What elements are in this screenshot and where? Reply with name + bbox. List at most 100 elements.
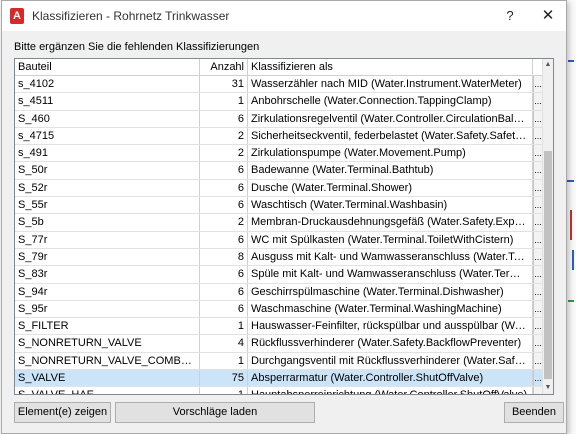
table-row[interactable]: s_4102 31 Wasserzähler nach MID (Water.Ins…	[15, 76, 542, 94]
cell-part: s_4102	[15, 76, 200, 93]
cell-part: S_460	[15, 110, 200, 127]
cad-pipe	[566, 180, 574, 182]
cell-part: S_50r	[15, 162, 200, 179]
cad-pipe	[570, 210, 572, 240]
row-browse-button[interactable]: ...	[533, 145, 542, 162]
cell-part: s_4715	[15, 127, 200, 145]
cell-classification[interactable]: Dusche (Water.Terminal.Shower)	[248, 179, 533, 197]
app-logo-icon: A	[10, 8, 24, 24]
exit-button[interactable]: Beenden	[504, 402, 564, 423]
cell-count: 8	[200, 248, 248, 266]
table-row[interactable]: s_4715 2 Sicherheitseckventil, federbelast…	[15, 127, 542, 146]
cell-classification[interactable]: Rückflussverhinderer (Water.Safety.Backf…	[248, 335, 533, 352]
cell-classification[interactable]: Spüle mit Kalt- und Wamwasseranschluss (…	[248, 266, 533, 283]
cad-pipe	[572, 250, 574, 270]
cell-classification[interactable]: Waschmaschine (Water.Terminal.WashingMac…	[248, 300, 533, 318]
cell-classification[interactable]: Membran-Druckausdehnungsgefäß (Water.Saf…	[248, 214, 533, 231]
row-browse-button[interactable]: ...	[533, 266, 542, 283]
table-row[interactable]: s_4511 1 Anbohrschelle (Water.Connection.T…	[15, 93, 542, 111]
table-row[interactable]: S_FILTER 1 Hauswasser-Feinfilter, rückspül…	[15, 318, 542, 336]
scroll-thumb[interactable]	[544, 151, 552, 379]
row-browse-button[interactable]: ...	[533, 387, 542, 394]
table-row[interactable]: S_VALVE_HAE1Hauptabsperreinrichtung (Wat…	[15, 387, 542, 394]
column-header-count[interactable]: Anzahl	[200, 59, 248, 75]
cell-count: 6	[200, 110, 248, 127]
column-header-classification[interactable]: Klassifizieren als	[248, 59, 533, 75]
table-row[interactable]: S_VALVE 75 Absperrarmatur (Water.Controlle…	[15, 370, 542, 388]
table-row[interactable]: S_5b 2 Membran-Druckausdehnungsgefäß (Wate…	[15, 214, 542, 232]
table-row[interactable]: S_55r 6 Waschtisch (Water.Terminal.Washbas…	[15, 197, 542, 215]
cell-part: S_55r	[15, 197, 200, 214]
scroll-down-arrow-icon[interactable]: ▼	[543, 382, 553, 394]
row-browse-button[interactable]: ...	[533, 248, 542, 266]
cell-classification[interactable]: Badewanne (Water.Terminal.Bathtub)	[248, 162, 533, 179]
classification-grid[interactable]: Bauteil Anzahl Klassifizieren als s_4102…	[14, 58, 554, 395]
table-row[interactable]: S_50r 6 Badewanne (Water.Terminal.Bathtub)…	[15, 162, 542, 180]
cell-part: S_77r	[15, 231, 200, 248]
cell-part: S_83r	[15, 266, 200, 283]
cell-count: 2	[200, 214, 248, 231]
table-row[interactable]: S_95r 6 Waschmaschine (Water.Terminal.Wash…	[15, 300, 542, 319]
table-row[interactable]: S_79r 8 Ausguss mit Kalt- und Wamwasserans…	[15, 248, 542, 267]
row-browse-button[interactable]: ...	[533, 231, 542, 248]
cell-count: 6	[200, 266, 248, 283]
cad-pipe	[568, 60, 574, 62]
instruction-text: Bitte ergänzen Sie die fehlenden Klassif…	[14, 41, 260, 53]
cell-classification[interactable]: Ausguss mit Kalt- und Wamwasseranschluss…	[248, 248, 533, 266]
cell-part: S_94r	[15, 283, 200, 300]
table-row[interactable]: S_94r 6 Geschirrspülmaschine (Water.Termin…	[15, 283, 542, 301]
row-browse-button[interactable]: ...	[533, 162, 542, 179]
close-button[interactable]: ✕	[538, 7, 558, 25]
cell-count: 1	[200, 318, 248, 335]
cell-part: S_NONRETURN_VALVE	[15, 335, 200, 352]
cell-count: 4	[200, 335, 248, 352]
vertical-scrollbar[interactable]: ▲ ▼	[542, 59, 553, 394]
cell-classification[interactable]: Zirkulationsregelventil (Water.Controlle…	[248, 110, 533, 127]
table-row[interactable]: S_NONRETURN_VALVE_COMB_W_DRAIN1Durchgang…	[15, 352, 542, 371]
table-row[interactable]: S_460 6 Zirkulationsregelventil (Water.Con…	[15, 110, 542, 128]
row-browse-button[interactable]: ...	[533, 127, 542, 145]
row-browse-button[interactable]: ...	[533, 179, 542, 197]
cell-classification[interactable]: Sicherheitseckventil, federbelastet (Wat…	[248, 127, 533, 145]
column-header-part[interactable]: Bauteil	[15, 59, 200, 75]
row-browse-button[interactable]: ...	[533, 335, 542, 352]
cell-count: 1	[200, 387, 248, 394]
cell-classification[interactable]: Geschirrspülmaschine (Water.Terminal.Dis…	[248, 283, 533, 300]
row-browse-button[interactable]: ...	[533, 370, 542, 387]
cell-classification[interactable]: Zirkulationspumpe (Water.Movement.Pump)	[248, 145, 533, 162]
row-browse-button[interactable]: ...	[533, 318, 542, 335]
row-browse-button[interactable]: ...	[533, 197, 542, 214]
row-browse-button[interactable]: ...	[533, 214, 542, 231]
cell-part: S_95r	[15, 300, 200, 318]
row-browse-button[interactable]: ...	[533, 76, 542, 93]
cell-count: 2	[200, 127, 248, 145]
table-row[interactable]: S_52r 6 Dusche (Water.Terminal.Shower)...	[15, 179, 542, 198]
cell-part: S_5b	[15, 214, 200, 231]
scroll-up-arrow-icon[interactable]: ▲	[543, 59, 553, 71]
help-button[interactable]: ?	[500, 7, 520, 25]
table-row[interactable]: S_77r 6 WC mit Spülkasten (Water.Terminal.…	[15, 231, 542, 249]
cell-count: 2	[200, 145, 248, 162]
row-browse-button[interactable]: ...	[533, 300, 542, 318]
grid-body: s_4102 31 Wasserzähler nach MID (Water.Ins…	[15, 76, 542, 394]
cell-classification[interactable]: Hauswasser-Feinfilter, rückspülbar und a…	[248, 318, 533, 335]
table-row[interactable]: S_NONRETURN_VALVE 4 Rückflussverhinderer (…	[15, 335, 542, 353]
row-browse-button[interactable]: ...	[533, 110, 542, 127]
show-elements-button[interactable]: Element(e) zeigen	[14, 402, 111, 423]
row-browse-button[interactable]: ...	[533, 352, 542, 370]
load-suggestions-button[interactable]: Vorschläge laden	[115, 402, 315, 423]
cell-classification[interactable]: WC mit Spülkasten (Water.Terminal.Toilet…	[248, 231, 533, 248]
cell-classification[interactable]: Durchgangsventil mit Rückflussverhindere…	[248, 352, 533, 370]
cell-classification[interactable]: Anbohrschelle (Water.Connection.TappingC…	[248, 93, 533, 110]
cell-classification[interactable]: Hauptabsperreinrichtung (Water.Controlle…	[248, 387, 533, 394]
cell-classification[interactable]: Wasserzähler nach MID (Water.Instrument.…	[248, 76, 533, 93]
table-row[interactable]: S_83r 6 Spüle mit Kalt- und Wamwasseransch…	[15, 266, 542, 284]
row-browse-button[interactable]: ...	[533, 283, 542, 300]
row-browse-button[interactable]: ...	[533, 93, 542, 110]
cell-count: 31	[200, 76, 248, 93]
cell-classification[interactable]: Waschtisch (Water.Terminal.Washbasin)	[248, 197, 533, 214]
table-row[interactable]: s_491 2 Zirkulationspumpe (Water.Movement.…	[15, 145, 542, 163]
cell-count: 1	[200, 352, 248, 370]
cell-part: S_VALVE	[15, 370, 200, 387]
cell-classification[interactable]: Absperrarmatur (Water.Controller.ShutOff…	[248, 370, 533, 387]
